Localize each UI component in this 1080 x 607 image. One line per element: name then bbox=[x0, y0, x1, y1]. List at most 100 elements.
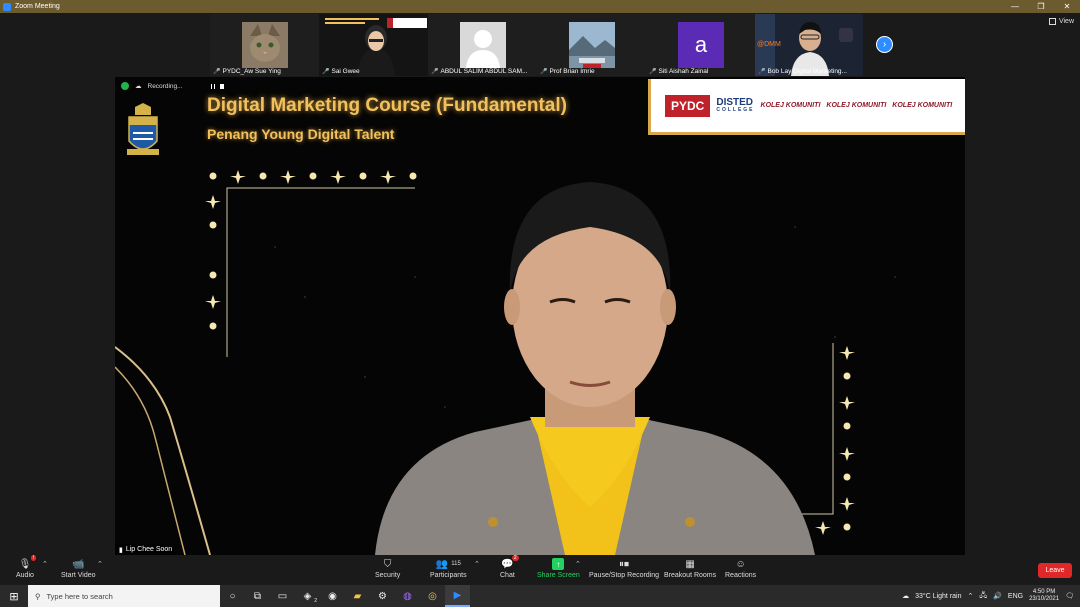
default-avatar bbox=[460, 22, 506, 68]
mic-muted-icon: 🎤 bbox=[758, 69, 766, 75]
window-title: Zoom Meeting bbox=[15, 3, 60, 10]
system-tray: ☁ 33°C Light rain ⌃ 🖧 🔊 ENG 4:50 PM 23/1… bbox=[902, 585, 1080, 607]
minimize-button[interactable]: — bbox=[1002, 0, 1028, 13]
share-screen-label: Share Screen bbox=[537, 572, 580, 579]
view-button[interactable]: View bbox=[1048, 18, 1074, 25]
windows-start-icon[interactable]: ⊞ bbox=[0, 585, 28, 607]
participants-button[interactable]: 👥 115 Participants bbox=[430, 558, 467, 580]
start-video-button[interactable]: 📹 Start Video bbox=[61, 558, 96, 580]
participant-name: ABDUL SALIM ABDUL SAM... bbox=[440, 68, 528, 75]
participant-tile[interactable]: a 🎤 Siti Aishah Zainal bbox=[646, 14, 756, 76]
pause-stop-recording-button[interactable]: ⏸⏹ Pause/Stop Recording bbox=[589, 558, 659, 580]
participant-name: Bob Lay Digital Marketing... bbox=[767, 68, 847, 75]
restore-button[interactable]: ❐ bbox=[1028, 0, 1054, 13]
mic-muted-icon: 🎤 bbox=[431, 69, 439, 75]
chrome-icon[interactable]: ◎ bbox=[420, 585, 445, 607]
weather-text[interactable]: 33°C Light rain bbox=[915, 593, 961, 600]
man-video: @DMM bbox=[755, 14, 863, 76]
reactions-label: Reactions bbox=[725, 572, 757, 579]
app-icon[interactable]: ◈ 2 bbox=[295, 585, 320, 607]
messenger-icon[interactable]: ◍ bbox=[395, 585, 420, 607]
participants-count: 115 bbox=[451, 561, 461, 567]
volume-icon[interactable]: 🔊 bbox=[993, 592, 1002, 600]
network-icon[interactable]: 🖧 bbox=[979, 591, 987, 602]
audio-label: Audio bbox=[16, 572, 34, 579]
microphone-icon: 🎙! bbox=[18, 555, 37, 570]
share-chevron-icon[interactable]: ⌃ bbox=[575, 560, 581, 568]
task-view-icon[interactable]: ⧉ bbox=[245, 585, 270, 607]
pause-stop-icon: ⏸⏹ bbox=[619, 558, 630, 570]
slide-title: Digital Marketing Course (Fundamental) bbox=[207, 95, 567, 116]
cortana-icon[interactable]: ○ bbox=[220, 585, 245, 607]
share-screen-button[interactable]: ↑ Share Screen bbox=[537, 558, 580, 579]
next-page-button[interactable]: › bbox=[876, 36, 893, 53]
breakout-rooms-button[interactable]: ▦ Breakout Rooms bbox=[664, 558, 717, 580]
notification-icon[interactable]: 🗨 bbox=[1065, 592, 1074, 600]
security-shield-icon bbox=[121, 82, 129, 90]
language-indicator[interactable]: ENG bbox=[1008, 593, 1023, 600]
chevron-right-icon: › bbox=[882, 39, 887, 50]
breakout-label: Breakout Rooms bbox=[664, 572, 717, 579]
smiley-icon: ☺ bbox=[735, 558, 746, 570]
stop-recording-icon[interactable] bbox=[219, 83, 224, 89]
participant-tile[interactable]: 🎤 Sai Gwee bbox=[319, 14, 429, 76]
recording-label: Recording... bbox=[147, 82, 183, 90]
zoom-taskbar-icon[interactable]: ▶ bbox=[445, 585, 470, 607]
audio-button[interactable]: 🎙! Audio bbox=[16, 555, 37, 579]
taskbar-search[interactable]: ⚲ Type here to search bbox=[28, 585, 220, 607]
breakout-grid-icon: ▦ bbox=[685, 558, 695, 570]
file-explorer-icon[interactable]: ▰ bbox=[345, 585, 370, 607]
participant-tile[interactable]: 🎤 ABDUL SALIM ABDUL SAM... bbox=[428, 14, 538, 76]
steam-icon[interactable]: ⚙ bbox=[370, 585, 395, 607]
participant-name: PYDC_Aw Sue Ying bbox=[222, 68, 281, 75]
windows-taskbar: ⊞ ⚲ Type here to search ○ ⧉ ▭ ◈ 2 ◉ ▰ ⚙ ◍… bbox=[0, 585, 1080, 607]
window-titlebar: Zoom Meeting — ❐ ✕ bbox=[0, 0, 1080, 13]
chat-badge: 2 bbox=[511, 555, 519, 561]
security-label: Security bbox=[375, 572, 401, 579]
reactions-button[interactable]: ☺ Reactions bbox=[725, 558, 757, 580]
chat-button[interactable]: 💬 2 Chat bbox=[500, 555, 519, 579]
participant-strip: 🎤 PYDC_Aw Sue Ying 🎤 Sai Gwee 🎤 ABDUL SALIM… bbox=[210, 14, 863, 76]
chat-icon: 💬 2 bbox=[501, 555, 519, 570]
chat-label: Chat bbox=[500, 572, 515, 579]
terminal-app-icon[interactable]: ▭ bbox=[270, 585, 295, 607]
participants-label: Participants bbox=[430, 572, 467, 579]
zoom-app-icon bbox=[3, 2, 11, 11]
recording-controls[interactable] bbox=[210, 83, 224, 89]
speaker-video bbox=[375, 182, 815, 555]
clock[interactable]: 4:50 PM 23/10/2021 bbox=[1029, 589, 1059, 602]
speaker-name: Lip Chee Soon bbox=[125, 546, 173, 553]
chevron-up-icon[interactable]: ⌃ bbox=[968, 592, 974, 600]
participant-tile[interactable]: @DMM 🎤 Bob Lay Digital Marketing... bbox=[755, 14, 863, 76]
cloud-icon: ☁ bbox=[135, 83, 142, 90]
recording-indicator: ☁ Recording... bbox=[121, 82, 224, 90]
pause-recording-icon[interactable] bbox=[210, 83, 215, 89]
participant-tile[interactable]: 🎤 Prof Brian Imrie bbox=[537, 14, 647, 76]
kk-logo: KOLEJ KOMUNITI bbox=[826, 102, 887, 109]
kk-logo: KOLEJ KOMUNITI bbox=[760, 102, 821, 109]
video-options-chevron-icon[interactable]: ⌃ bbox=[97, 560, 103, 568]
close-button[interactable]: ✕ bbox=[1054, 0, 1080, 13]
landscape-photo bbox=[569, 22, 615, 68]
sponsor-logo-bar: PYDC DISTED COLLEGE KOLEJ KOMUNITI KOLEJ … bbox=[648, 79, 965, 135]
signal-bars-icon: ▮ bbox=[119, 546, 123, 554]
kk-logo: KOLEJ KOMUNITI bbox=[892, 102, 953, 109]
leave-button[interactable]: Leave bbox=[1038, 563, 1072, 578]
view-label: View bbox=[1058, 18, 1074, 25]
window-controls: — ❐ ✕ bbox=[1002, 0, 1080, 13]
security-button[interactable]: ⛉ Security bbox=[375, 558, 401, 580]
pydc-logo: PYDC bbox=[665, 94, 711, 117]
browser-icon[interactable]: ◉ bbox=[320, 585, 345, 607]
mic-muted-icon: 🎤 bbox=[213, 69, 221, 75]
start-video-label: Start Video bbox=[61, 572, 96, 579]
audio-options-chevron-icon[interactable]: ⌃ bbox=[42, 560, 48, 568]
mic-muted-icon: 🎤 bbox=[322, 69, 330, 75]
participants-chevron-icon[interactable]: ⌃ bbox=[474, 560, 480, 568]
search-placeholder: Type here to search bbox=[46, 591, 113, 601]
participant-tile[interactable]: 🎤 PYDC_Aw Sue Ying bbox=[210, 14, 320, 76]
participant-name: Siti Aishah Zainal bbox=[658, 68, 709, 75]
cat-photo bbox=[242, 22, 288, 68]
video-off-icon: 📹 bbox=[72, 558, 85, 570]
participants-icon: 👥 115 bbox=[435, 558, 461, 570]
participant-name: Prof Brian Imrie bbox=[549, 68, 595, 75]
